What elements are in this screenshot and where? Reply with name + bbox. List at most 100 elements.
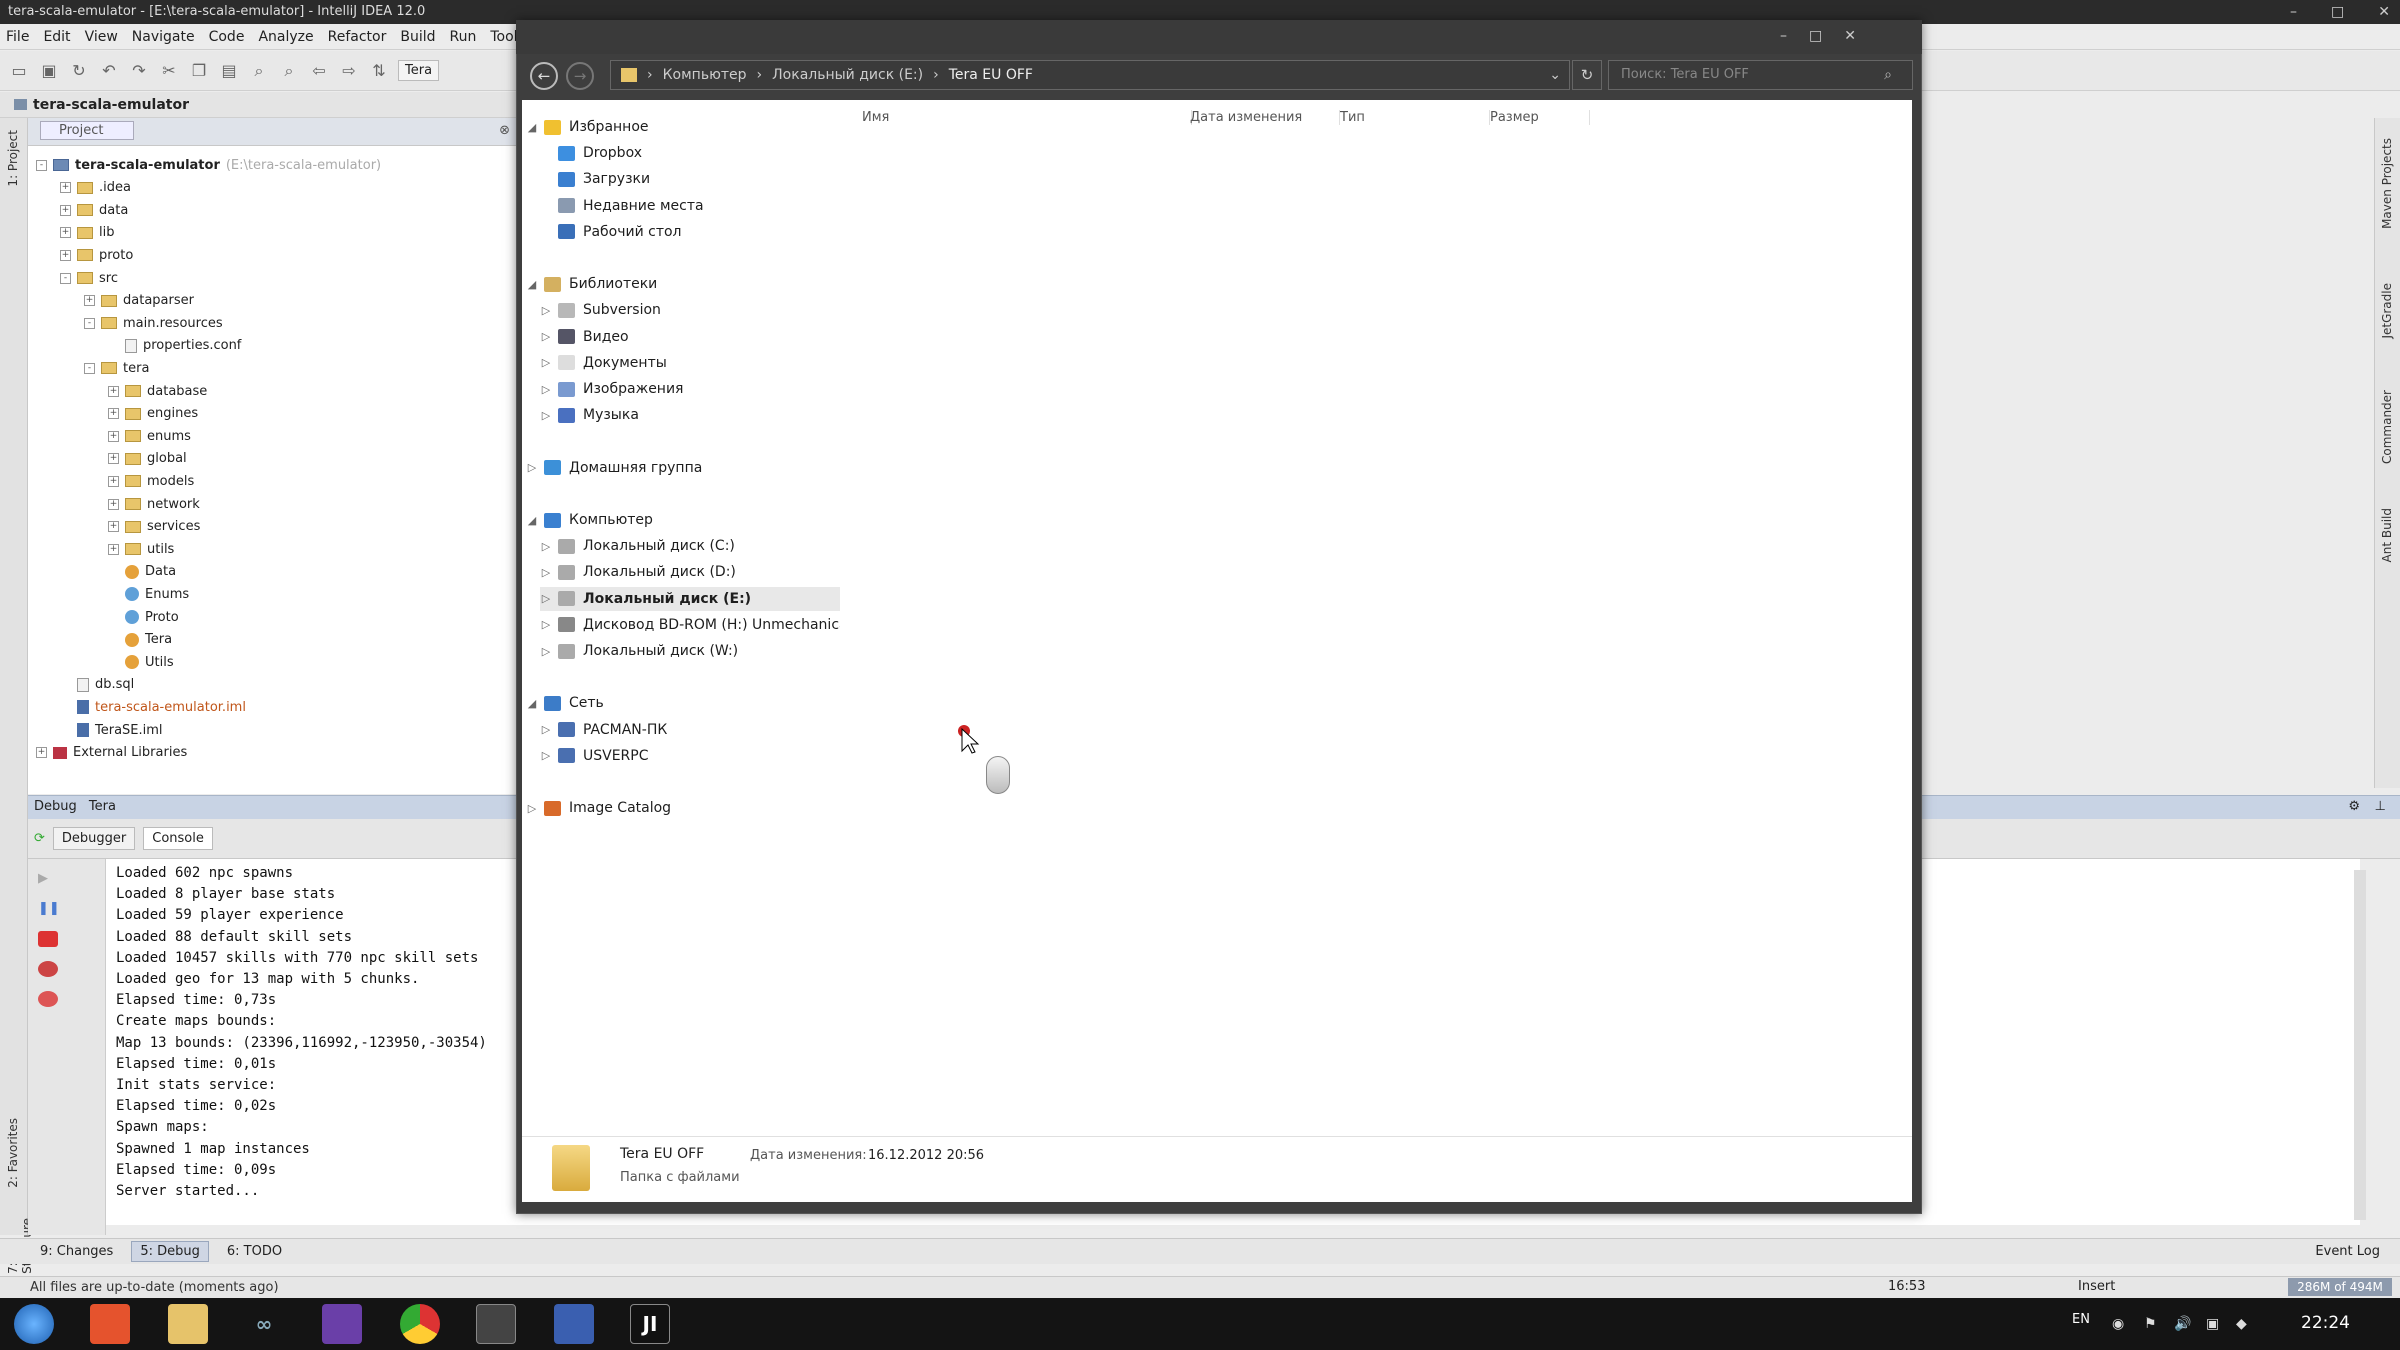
- expand-arrow-icon[interactable]: ▷: [540, 749, 552, 762]
- nav-item[interactable]: ◢ Компьютер: [526, 508, 653, 532]
- expand-arrow-icon[interactable]: ▷: [540, 566, 552, 579]
- tree-item[interactable]: + proto: [60, 244, 133, 266]
- breadcrumb[interactable]: tera-scala-emulator: [0, 92, 520, 118]
- nav-item[interactable]: ▷ Локальный диск (C:): [540, 534, 735, 558]
- tree-item[interactable]: db.sql: [60, 674, 134, 696]
- expand-toggle-icon[interactable]: -: [84, 317, 95, 329]
- tray-volume-icon[interactable]: 🔊: [2174, 1316, 2191, 1332]
- view-breakpoints-icon[interactable]: [38, 961, 58, 977]
- maximize-icon[interactable]: □: [2331, 4, 2344, 20]
- tree-item[interactable]: - main.resources: [84, 312, 223, 334]
- tree-item[interactable]: - src: [60, 267, 118, 289]
- tray-flag-icon[interactable]: ⚑: [2144, 1316, 2157, 1332]
- expand-arrow-icon[interactable]: ▷: [540, 330, 552, 343]
- expand-arrow-icon[interactable]: ▷: [540, 356, 552, 369]
- expand-toggle-icon[interactable]: +: [60, 204, 71, 216]
- maven-projects-tool-button[interactable]: Maven Projects: [2380, 138, 2394, 229]
- language-indicator[interactable]: EN: [2072, 1312, 2090, 1327]
- expand-arrow-icon[interactable]: ◢: [526, 121, 538, 134]
- console-scrollbar[interactable]: [2354, 870, 2366, 1220]
- tree-item[interactable]: + External Libraries: [36, 742, 187, 764]
- tree-item[interactable]: - tera: [84, 357, 149, 379]
- pin-icon[interactable]: ⊥: [2375, 799, 2386, 814]
- cut-icon[interactable]: ✂: [158, 60, 180, 82]
- menu-run[interactable]: Run: [450, 29, 477, 45]
- column-size[interactable]: Размер: [1490, 110, 1590, 125]
- tree-item[interactable]: - tera-scala-emulator (E:\tera-scala-emula…: [36, 154, 381, 176]
- nav-item[interactable]: ▷ Локальный диск (W:): [540, 639, 738, 663]
- tree-item[interactable]: Data: [108, 561, 176, 583]
- project-tool-button[interactable]: 1: Project: [6, 130, 20, 187]
- nav-item[interactable]: ▷ Документы: [540, 351, 667, 375]
- paste-icon[interactable]: ▤: [218, 60, 240, 82]
- back-icon[interactable]: ⇦: [308, 60, 330, 82]
- taskbar-clock[interactable]: 22:24: [2301, 1313, 2350, 1333]
- expand-arrow-icon[interactable]: ▷: [526, 802, 538, 815]
- expand-arrow-icon[interactable]: ▷: [540, 540, 552, 553]
- back-button[interactable]: ←: [530, 62, 558, 90]
- column-date-modified[interactable]: Дата изменения: [1190, 110, 1340, 125]
- expand-arrow-icon[interactable]: ◢: [526, 278, 538, 291]
- redo-icon[interactable]: ↷: [128, 60, 150, 82]
- tree-item[interactable]: + .idea: [60, 177, 131, 199]
- sync-icon[interactable]: ↻: [68, 60, 90, 82]
- tree-item[interactable]: TeraSE.iml: [60, 719, 163, 741]
- menu-edit[interactable]: Edit: [43, 29, 70, 45]
- memory-indicator[interactable]: 286M of 494M: [2288, 1278, 2392, 1296]
- expand-toggle-icon[interactable]: -: [36, 159, 47, 171]
- tree-item[interactable]: + enums: [108, 425, 191, 447]
- expand-toggle-icon[interactable]: +: [60, 227, 71, 239]
- expand-arrow-icon[interactable]: ▷: [540, 618, 552, 631]
- expand-toggle-icon[interactable]: -: [60, 272, 71, 284]
- mute-breakpoints-icon[interactable]: [38, 991, 58, 1007]
- expand-toggle-icon[interactable]: +: [108, 475, 119, 487]
- nav-item[interactable]: Загрузки: [540, 167, 650, 191]
- nav-item[interactable]: ▷ Музыка: [540, 403, 639, 427]
- open-icon[interactable]: ▭: [8, 60, 30, 82]
- close-icon[interactable]: ✕: [1844, 28, 1856, 44]
- menu-refactor[interactable]: Refactor: [328, 29, 387, 45]
- minimize-icon[interactable]: –: [2290, 4, 2297, 20]
- tree-item[interactable]: + services: [108, 516, 200, 538]
- nav-item[interactable]: ◢ Избранное: [526, 115, 649, 139]
- address-segment-drive[interactable]: Локальный диск (E:): [772, 67, 923, 83]
- address-segment-folder[interactable]: Tera EU OFF: [949, 67, 1033, 83]
- nav-item[interactable]: ▷ PACMAN-ПК: [540, 718, 668, 742]
- find-icon[interactable]: ⌕: [248, 60, 270, 82]
- column-type[interactable]: Тип: [1340, 110, 1490, 125]
- expand-toggle-icon[interactable]: +: [108, 498, 119, 510]
- menu-navigate[interactable]: Navigate: [132, 29, 195, 45]
- nav-item[interactable]: ▷ USVERPC: [540, 744, 649, 768]
- close-icon[interactable]: ✕: [2378, 4, 2390, 20]
- menu-build[interactable]: Build: [400, 29, 435, 45]
- expand-toggle-icon[interactable]: +: [60, 249, 71, 261]
- nav-item[interactable]: ◢ Библиотеки: [526, 272, 658, 296]
- hide-panel-icon[interactable]: ⊗: [499, 123, 510, 138]
- file-list[interactable]: [840, 100, 1912, 1136]
- rerun-icon[interactable]: ⟳: [34, 831, 45, 846]
- expand-arrow-icon[interactable]: ◢: [526, 697, 538, 710]
- expand-arrow-icon[interactable]: ▷: [540, 409, 552, 422]
- expand-toggle-icon[interactable]: +: [108, 430, 119, 442]
- ant-build-tool-button[interactable]: Ant Build: [2380, 508, 2394, 562]
- project-view-selector[interactable]: Project: [40, 121, 135, 140]
- forward-icon[interactable]: ⇨: [338, 60, 360, 82]
- pause-icon[interactable]: ❚❚: [38, 901, 60, 917]
- tab-debug[interactable]: 5: Debug: [131, 1241, 209, 1262]
- copy-icon[interactable]: ❐: [188, 60, 210, 82]
- tree-item[interactable]: + global: [108, 448, 187, 470]
- visual-studio-icon[interactable]: [322, 1304, 362, 1344]
- tray-monitor-icon[interactable]: ▣: [2206, 1316, 2219, 1332]
- search-input[interactable]: Поиск: Tera EU OFF ⌕: [1608, 60, 1913, 90]
- undo-icon[interactable]: ↶: [98, 60, 120, 82]
- menu-analyze[interactable]: Analyze: [258, 29, 313, 45]
- tab-todo[interactable]: 6: TODO: [227, 1244, 282, 1259]
- event-log-button[interactable]: Event Log: [2315, 1244, 2380, 1259]
- expand-toggle-icon[interactable]: +: [108, 543, 119, 555]
- tree-item[interactable]: + utils: [108, 538, 174, 560]
- tree-item[interactable]: + lib: [60, 222, 114, 244]
- nav-item[interactable]: Недавние места: [540, 194, 704, 218]
- nav-item[interactable]: ◢ Сеть: [526, 691, 604, 715]
- tab-debugger[interactable]: Debugger: [52, 827, 136, 850]
- start-orb-icon[interactable]: [14, 1304, 54, 1344]
